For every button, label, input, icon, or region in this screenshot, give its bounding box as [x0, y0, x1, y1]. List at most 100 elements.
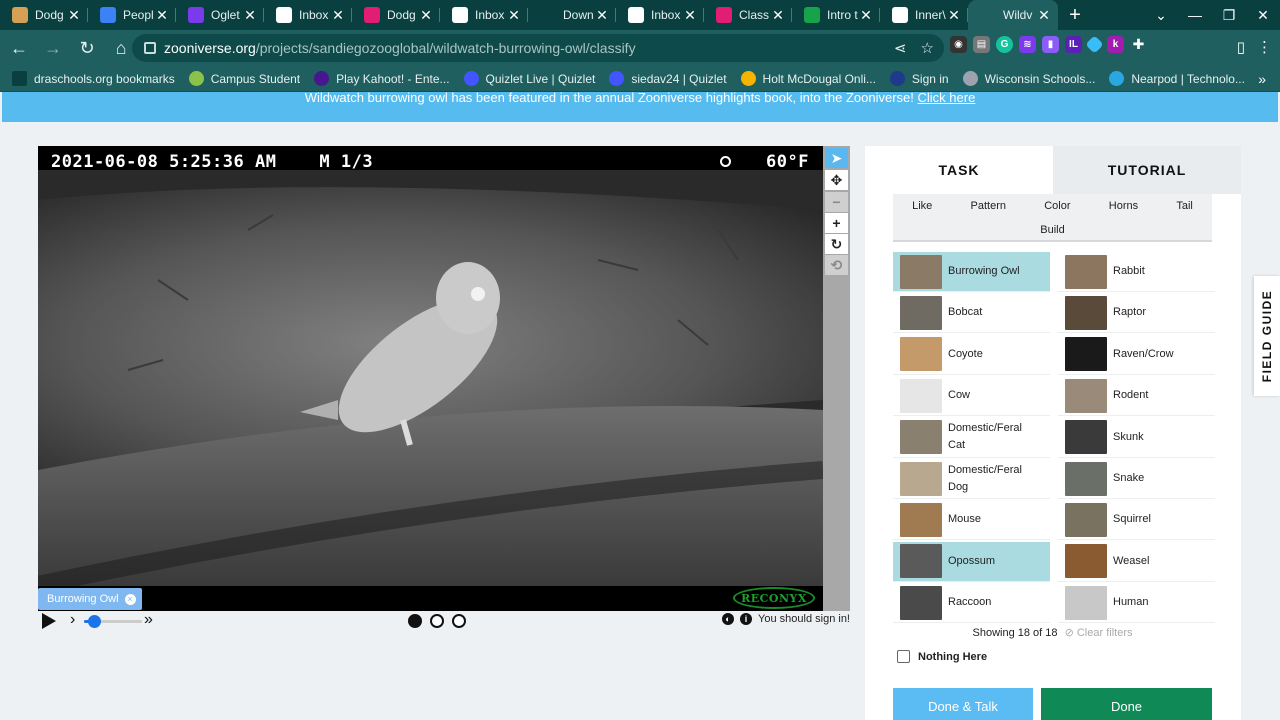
- site-info-icon[interactable]: [144, 42, 156, 54]
- extension-2-icon[interactable]: ▤: [973, 36, 990, 53]
- bookmark-item[interactable]: Campus Student: [188, 71, 300, 86]
- choice-opossum[interactable]: Opossum: [893, 541, 1050, 582]
- reset-view-icon[interactable]: ⟲: [825, 255, 848, 275]
- extensions-puzzle-icon[interactable]: ✚: [1130, 36, 1147, 53]
- close-tab-icon[interactable]: ✕: [154, 7, 170, 24]
- browser-tab[interactable]: Inbox ✕: [616, 0, 704, 30]
- bookmark-item[interactable]: Quizlet Live | Quizlet: [463, 71, 595, 86]
- close-tab-icon[interactable]: ✕: [770, 7, 786, 24]
- close-tab-icon[interactable]: ✕: [330, 7, 346, 24]
- back-icon[interactable]: ←: [4, 33, 34, 63]
- bookmark-item[interactable]: Sign in: [889, 71, 949, 86]
- speed-slider-thumb[interactable]: [88, 615, 102, 628]
- pointer-tool-icon[interactable]: ➤: [825, 148, 848, 168]
- choice-squirrel[interactable]: Squirrel: [1058, 500, 1215, 541]
- banner-link[interactable]: Click here: [918, 92, 976, 105]
- browser-tab[interactable]: Peopl ✕: [88, 0, 176, 30]
- tab-task[interactable]: TASK: [865, 146, 1053, 194]
- frame-dot[interactable]: [430, 614, 444, 628]
- side-panel-icon[interactable]: ▯: [1237, 38, 1245, 56]
- rotate-icon[interactable]: ↻: [825, 234, 848, 254]
- bookmark-item[interactable]: siedav24 | Quizlet: [609, 71, 727, 86]
- filter-color[interactable]: Color: [1044, 200, 1070, 212]
- choice-raptor[interactable]: Raptor: [1058, 293, 1215, 334]
- browser-tab[interactable]: Dodg ✕: [0, 0, 88, 30]
- minimize-icon[interactable]: —: [1178, 7, 1212, 23]
- extension-1-icon[interactable]: ◉: [950, 36, 967, 53]
- filter-tail[interactable]: Tail: [1176, 200, 1193, 212]
- zoom-out-icon[interactable]: −: [825, 192, 848, 212]
- choice-weasel[interactable]: Weasel: [1058, 542, 1215, 582]
- address-bar[interactable]: zooniverse.org/projects/sandiegozoogloba…: [132, 34, 944, 62]
- filter-like[interactable]: Like: [912, 200, 932, 212]
- bookmark-item[interactable]: Nearpod | Technolo...: [1109, 71, 1245, 86]
- filter-horns[interactable]: Horns: [1109, 200, 1138, 212]
- close-tab-icon[interactable]: ✕: [1036, 7, 1052, 24]
- choice-rabbit[interactable]: Rabbit: [1058, 252, 1215, 292]
- nothing-here-option[interactable]: Nothing Here: [897, 650, 987, 663]
- close-window-icon[interactable]: ✕: [1246, 7, 1280, 24]
- close-tab-icon[interactable]: ✕: [858, 7, 874, 24]
- choice-raven-crow[interactable]: Raven/Crow: [1058, 335, 1215, 375]
- choice-human[interactable]: Human: [1058, 583, 1215, 624]
- clear-filters[interactable]: ⊘ Clear filters: [1065, 627, 1133, 639]
- bookmark-item[interactable]: Holt McDougal Onli...: [740, 71, 876, 86]
- choice-domestic-feral-cat[interactable]: Domestic/Feral Cat: [893, 418, 1050, 458]
- choice-domestic-feral-dog[interactable]: Domestic/Feral Dog: [893, 459, 1050, 499]
- close-tab-icon[interactable]: ✕: [594, 7, 610, 24]
- restore-icon[interactable]: ❐: [1212, 7, 1246, 24]
- nothing-here-checkbox[interactable]: [897, 650, 910, 663]
- browser-tab[interactable]: Inbox ✕: [264, 0, 352, 30]
- browser-tab[interactable]: Wildv ✕: [968, 0, 1058, 30]
- remove-mark-icon[interactable]: ×: [124, 593, 136, 605]
- filter-build[interactable]: Build: [1040, 224, 1064, 236]
- extension-7-icon[interactable]: [1085, 35, 1104, 54]
- move-tool-icon[interactable]: ✥: [825, 170, 848, 190]
- close-tab-icon[interactable]: ✕: [946, 7, 962, 24]
- close-tab-icon[interactable]: ✕: [682, 7, 698, 24]
- grammarly-icon[interactable]: G: [996, 36, 1013, 53]
- choice-burrowing-owl[interactable]: Burrowing Owl: [893, 252, 1050, 292]
- choice-skunk[interactable]: Skunk: [1058, 418, 1215, 458]
- browser-tab[interactable]: Down ✕: [528, 0, 616, 30]
- mark-label[interactable]: Burrowing Owl ×: [38, 588, 142, 610]
- field-guide-button[interactable]: FIELD GUIDE: [1254, 276, 1280, 396]
- browser-tab[interactable]: Class ✕: [704, 0, 792, 30]
- close-tab-icon[interactable]: ✕: [418, 7, 434, 24]
- browser-tab[interactable]: Inbox ✕: [440, 0, 528, 30]
- choice-raccoon[interactable]: Raccoon: [893, 583, 1050, 624]
- close-tab-icon[interactable]: ✕: [242, 7, 258, 24]
- frame-dot[interactable]: [452, 614, 466, 628]
- browser-tab[interactable]: Inner\ ✕: [880, 0, 968, 30]
- done-button[interactable]: Done: [1041, 688, 1212, 720]
- extension-6-icon[interactable]: IL: [1065, 36, 1082, 53]
- forward-icon[interactable]: →: [38, 33, 68, 63]
- menu-icon[interactable]: ⋮: [1257, 38, 1272, 56]
- bookmark-item[interactable]: Play Kahoot! - Ente...: [314, 71, 450, 86]
- info-icon[interactable]: i: [740, 613, 753, 625]
- done-and-talk-button[interactable]: Done & Talk: [893, 688, 1033, 720]
- tab-search-icon[interactable]: ⌄: [1144, 7, 1178, 24]
- contrast-icon[interactable]: ◐: [722, 613, 735, 625]
- filter-pattern[interactable]: Pattern: [971, 200, 1006, 212]
- more-bookmarks-icon[interactable]: »: [1258, 71, 1266, 87]
- browser-tab[interactable]: Oglet ✕: [176, 0, 264, 30]
- choice-rodent[interactable]: Rodent: [1058, 376, 1215, 417]
- slower-icon[interactable]: ›: [70, 611, 75, 629]
- zoom-in-icon[interactable]: +: [825, 213, 848, 233]
- browser-tab[interactable]: Intro t ✕: [792, 0, 880, 30]
- choice-bobcat[interactable]: Bobcat: [893, 293, 1050, 334]
- browser-tab[interactable]: Dodg ✕: [352, 0, 440, 30]
- new-tab-icon[interactable]: +: [1058, 0, 1092, 30]
- frame-dot[interactable]: [408, 614, 422, 628]
- bookmark-star-icon[interactable]: ☆: [921, 39, 934, 57]
- tab-tutorial[interactable]: TUTORIAL: [1053, 146, 1241, 194]
- faster-icon[interactable]: »: [144, 611, 153, 629]
- choice-coyote[interactable]: Coyote: [893, 335, 1050, 375]
- close-tab-icon[interactable]: ✕: [506, 7, 522, 24]
- choice-mouse[interactable]: Mouse: [893, 500, 1050, 541]
- share-icon[interactable]: ⋖: [894, 39, 907, 57]
- reload-icon[interactable]: ↻: [72, 33, 102, 63]
- bookmark-item[interactable]: draschools.org bookmarks: [12, 71, 175, 86]
- choice-snake[interactable]: Snake: [1058, 459, 1215, 499]
